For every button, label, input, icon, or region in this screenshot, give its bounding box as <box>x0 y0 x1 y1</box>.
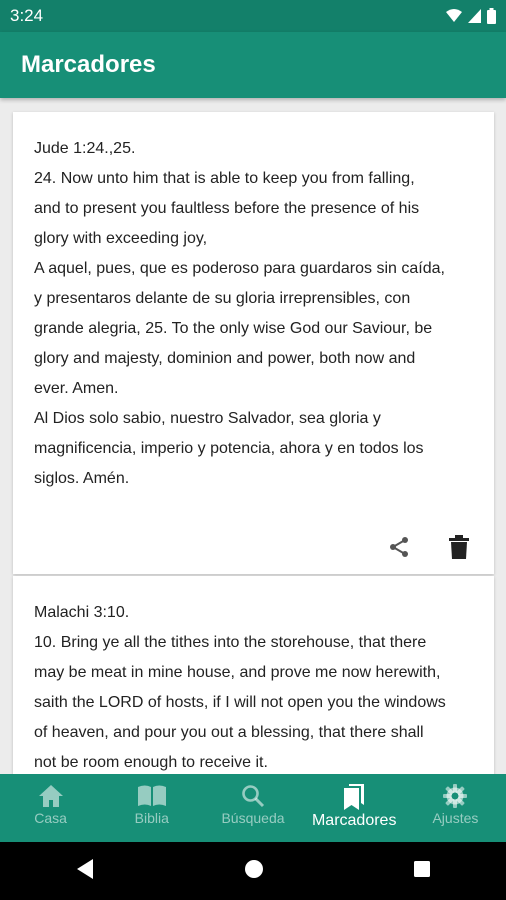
nav-label: Búsqueda <box>221 810 285 826</box>
bookmark-reference: Jude 1:24.,25. <box>34 140 136 157</box>
gear-icon <box>443 784 468 808</box>
nav-label: Casa <box>34 810 67 826</box>
trash-icon <box>449 535 469 559</box>
battery-icon <box>487 8 496 24</box>
bookmark-text-line: glory and majesty, dominion and power, b… <box>34 350 416 367</box>
page-title: Marcadores <box>21 51 156 78</box>
share-button[interactable] <box>386 534 412 560</box>
bookmarks-list[interactable]: Jude 1:24.,25. 24. Now unto him that is … <box>0 98 506 774</box>
bookmark-reference: Malachi 3:10. <box>34 604 130 621</box>
bookmark-text-line: Al Dios solo sabio, nuestro Salvador, se… <box>34 410 381 427</box>
home-circle-icon <box>244 859 263 878</box>
bookmark-text-line: 24. Now unto him that is able to keep yo… <box>34 170 415 187</box>
nav-item-marcadores[interactable]: Marcadores <box>304 774 405 842</box>
nav-label: Biblia <box>134 810 169 826</box>
nav-item-biblia[interactable]: Biblia <box>101 774 202 842</box>
bookmark-text-line: y presentaros delante de su gloria irrep… <box>34 290 411 307</box>
nav-item-casa[interactable]: Casa <box>0 774 101 842</box>
bookmark-text-line: 10. Bring ye all the tithes into the sto… <box>34 634 427 651</box>
book-icon <box>137 785 166 806</box>
status-bar: 3:24 <box>0 0 506 32</box>
share-icon <box>390 537 408 557</box>
bookmark-card[interactable]: Jude 1:24.,25. 24. Now unto him that is … <box>13 112 494 574</box>
nav-label: Ajustes <box>432 810 479 826</box>
home-button[interactable] <box>244 859 264 884</box>
back-icon <box>76 858 93 879</box>
bookmark-text-line: magnificencia, imperio y potencia, ahora… <box>34 440 424 457</box>
status-icons <box>446 8 496 24</box>
bookmark-text-line: grande alegria, 25. To the only wise God… <box>34 320 433 337</box>
bottom-navigation: Casa Biblia Búsqueda Marcadores Ajustes <box>0 774 506 842</box>
bookmark-card[interactable]: Malachi 3:10. 10. Bring ye all the tithe… <box>13 576 494 774</box>
wifi-icon <box>446 9 462 22</box>
bookmark-text-line: and to present you faultless before the … <box>34 200 420 217</box>
delete-button[interactable] <box>446 534 472 560</box>
search-icon <box>242 785 265 808</box>
bookmark-text-line: may be meat in mine house, and prove me … <box>34 664 441 681</box>
recents-icon <box>414 860 431 877</box>
bookmark-text-line: glory with exceeding joy, <box>34 230 208 247</box>
card-actions <box>386 534 472 560</box>
bookmark-text-line: not be room enough to receive it. <box>34 754 268 771</box>
bookmark-text-line: saith the LORD of hosts, if I will not o… <box>34 694 446 711</box>
app-bar: Marcadores <box>0 32 506 98</box>
nav-item-busqueda[interactable]: Búsqueda <box>202 774 303 842</box>
system-navigation-bar <box>0 842 506 900</box>
bookmark-text-line: siglos. Amén. <box>34 470 130 487</box>
nav-item-ajustes[interactable]: Ajustes <box>405 774 506 842</box>
bookmark-text-line: ever. Amen. <box>34 380 119 397</box>
bookmarks-icon <box>344 784 365 810</box>
signal-icon <box>468 9 481 23</box>
bookmark-text-line: A aquel, pues, que es poderoso para guar… <box>34 260 445 277</box>
status-time: 3:24 <box>10 6 44 25</box>
home-icon <box>38 785 63 807</box>
recents-button[interactable] <box>413 860 431 883</box>
nav-label: Marcadores <box>311 812 397 829</box>
bookmark-text-line: of heaven, and pour you out a blessing, … <box>34 724 424 741</box>
back-button[interactable] <box>75 858 95 885</box>
